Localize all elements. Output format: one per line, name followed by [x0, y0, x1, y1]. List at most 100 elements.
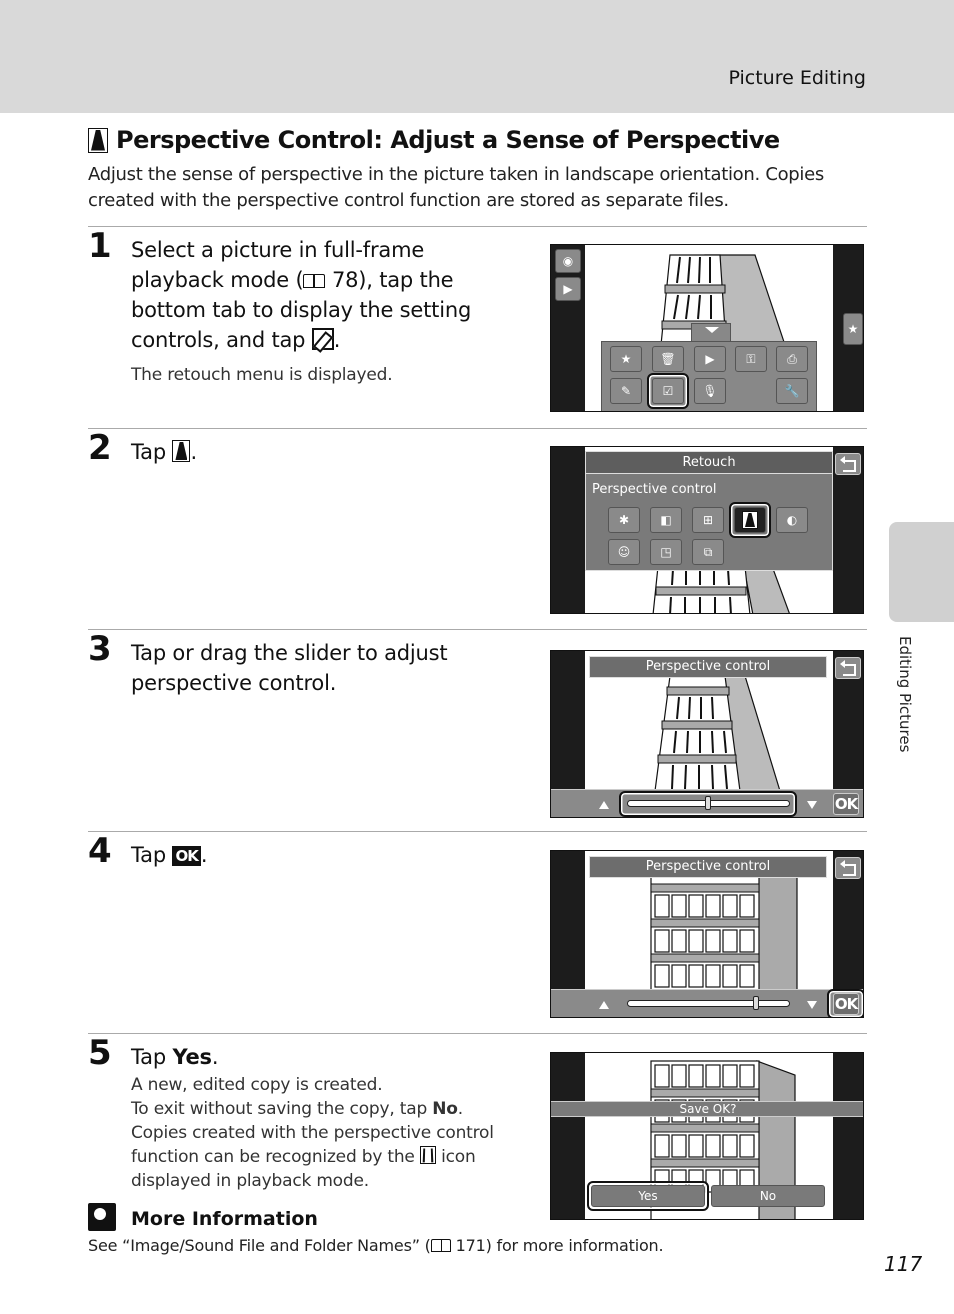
more-info-title: More Information — [131, 1208, 318, 1230]
screen-save-confirm: Save OK? Yes No — [550, 1052, 864, 1220]
intro-paragraph: Adjust the sense of perspective in the p… — [88, 164, 824, 211]
back-button[interactable] — [835, 657, 861, 679]
building-window — [739, 1134, 755, 1158]
delete-button[interactable]: 🗑 — [652, 346, 684, 372]
page-number: 117 — [884, 1252, 923, 1276]
protect-button[interactable]: ⚿ — [735, 346, 767, 372]
delete-icon: 🗑 — [660, 352, 676, 366]
screen-title: Perspective control — [589, 856, 827, 878]
building-window — [705, 964, 721, 988]
slider-track[interactable] — [627, 1000, 790, 1007]
pencil-draw-icon: ✎ — [620, 384, 632, 398]
more-info-text: See “Image/Sound File and Folder Names” … — [88, 1236, 664, 1255]
yes-button[interactable]: Yes — [591, 1185, 705, 1207]
perspective-up-icon — [599, 801, 609, 809]
slider-thumb[interactable] — [704, 796, 711, 810]
building-window — [688, 1064, 704, 1088]
building-window — [688, 1134, 704, 1158]
quick-retouch-button[interactable]: ✱ — [608, 507, 640, 533]
favorites-button[interactable]: ★ — [610, 346, 642, 372]
page-title-text: Perspective Control: Adjust a Sense of P… — [116, 126, 780, 154]
setup-button[interactable]: 🔧 — [776, 378, 808, 404]
glamour-retouch-button[interactable]: ◧ — [650, 507, 682, 533]
step-3-text: Tap or drag the slider to adjust perspec… — [131, 641, 448, 695]
book-icon — [303, 274, 326, 288]
divider — [88, 629, 867, 630]
building-window — [705, 1064, 721, 1088]
perspective-control-playback-icon — [419, 1146, 436, 1164]
screen-retouch-menu: Retouch Perspective control ✱ ◧ ⊞ ◐ ☺ ◳ … — [550, 446, 864, 614]
bottom-tab[interactable] — [691, 323, 731, 341]
building-window — [688, 929, 704, 953]
print-order-button[interactable]: ⎙ — [776, 346, 808, 372]
step-5-note: A new, edited copy is created. To exit w… — [131, 1075, 494, 1191]
chevron-down-icon — [705, 327, 719, 333]
page-ref-link[interactable]: 78 — [332, 268, 359, 292]
step-number: 1 — [88, 226, 112, 266]
selection-highlight — [647, 373, 689, 409]
divider — [88, 226, 867, 227]
page-title: Perspective Control: Adjust a Sense of P… — [88, 126, 780, 154]
building-window — [705, 1134, 721, 1158]
divider — [88, 1033, 867, 1034]
no-button[interactable]: No — [711, 1185, 825, 1207]
paint-button[interactable]: ✎ — [610, 378, 642, 404]
ok-button[interactable]: OK — [833, 793, 859, 815]
building-window — [654, 964, 670, 988]
crop-button[interactable]: ⧉ — [692, 539, 724, 565]
section-header: Picture Editing — [728, 67, 866, 89]
page-ref-link[interactable]: 171 — [456, 1236, 486, 1255]
building-window — [654, 1064, 670, 1088]
book-icon — [430, 1239, 451, 1252]
screen-perspective-slider: Perspective control OK — [550, 650, 864, 818]
step-number: 5 — [88, 1033, 112, 1073]
building-window — [671, 964, 687, 988]
voice-memo-button[interactable]: 🎙 — [694, 378, 726, 404]
d-lighting-button[interactable]: ⊞ — [692, 507, 724, 533]
header-band — [0, 0, 954, 113]
step-4-text: Tap OK. — [131, 843, 208, 867]
step-1-text: Select a picture in full-frame playback … — [131, 238, 472, 352]
building-window — [688, 894, 704, 918]
skin-softening-button[interactable]: ☺ — [608, 539, 640, 565]
perspective-down-icon — [807, 801, 817, 809]
camera-icon: ◉ — [562, 254, 574, 268]
chapter-tab — [889, 522, 954, 622]
slideshow-button[interactable]: ▶ — [694, 346, 726, 372]
building-window — [722, 1064, 738, 1088]
slideshow-icon: ▶ — [705, 352, 715, 366]
camera-mode-button[interactable]: ◉ — [555, 249, 581, 273]
playback-mode-button[interactable]: ▶ — [555, 277, 581, 301]
building-window — [722, 894, 738, 918]
quick-retouch-icon: ✱ — [618, 513, 630, 527]
filter-effects-icon: ◐ — [786, 513, 798, 527]
building-window — [739, 894, 755, 918]
screen-playback-menu: ◉ ▶ ★ ★ 🗑 ▶ ⚿ ⎙ ✎ ☑ 🎙 🔧 — [550, 244, 864, 412]
back-button[interactable] — [835, 857, 861, 879]
building-window — [671, 894, 687, 918]
slider-thumb[interactable] — [753, 996, 760, 1010]
small-picture-button[interactable]: ◳ — [650, 539, 682, 565]
favorite-folder-icon: ★ — [620, 352, 632, 366]
building-window — [671, 1064, 687, 1088]
back-button[interactable] — [835, 453, 861, 475]
small-picture-icon: ◳ — [660, 545, 672, 559]
step-number: 3 — [88, 629, 112, 669]
setting-controls-panel: ★ 🗑 ▶ ⚿ ⎙ ✎ ☑ 🎙 🔧 — [601, 341, 817, 411]
building-window — [671, 1134, 687, 1158]
ok-button[interactable]: OK — [833, 993, 859, 1015]
favorite-button[interactable]: ★ — [843, 313, 863, 345]
crop-icon: ⧉ — [703, 544, 713, 559]
screen-title: Perspective control — [589, 656, 827, 678]
step-5-text: Tap Yes. — [131, 1045, 219, 1069]
lightbulb-icon — [88, 1203, 116, 1231]
building-window — [688, 964, 704, 988]
filter-effects-button[interactable]: ◐ — [776, 507, 808, 533]
building-window — [705, 929, 721, 953]
protect-key-icon: ⚿ — [746, 351, 756, 366]
retouch-menu-panel: Retouch Perspective control ✱ ◧ ⊞ ◐ ☺ ◳ … — [585, 451, 833, 571]
building-window — [654, 894, 670, 918]
step-number: 4 — [88, 831, 112, 871]
building-window — [739, 1064, 755, 1088]
chapter-label: Editing Pictures — [896, 636, 914, 753]
